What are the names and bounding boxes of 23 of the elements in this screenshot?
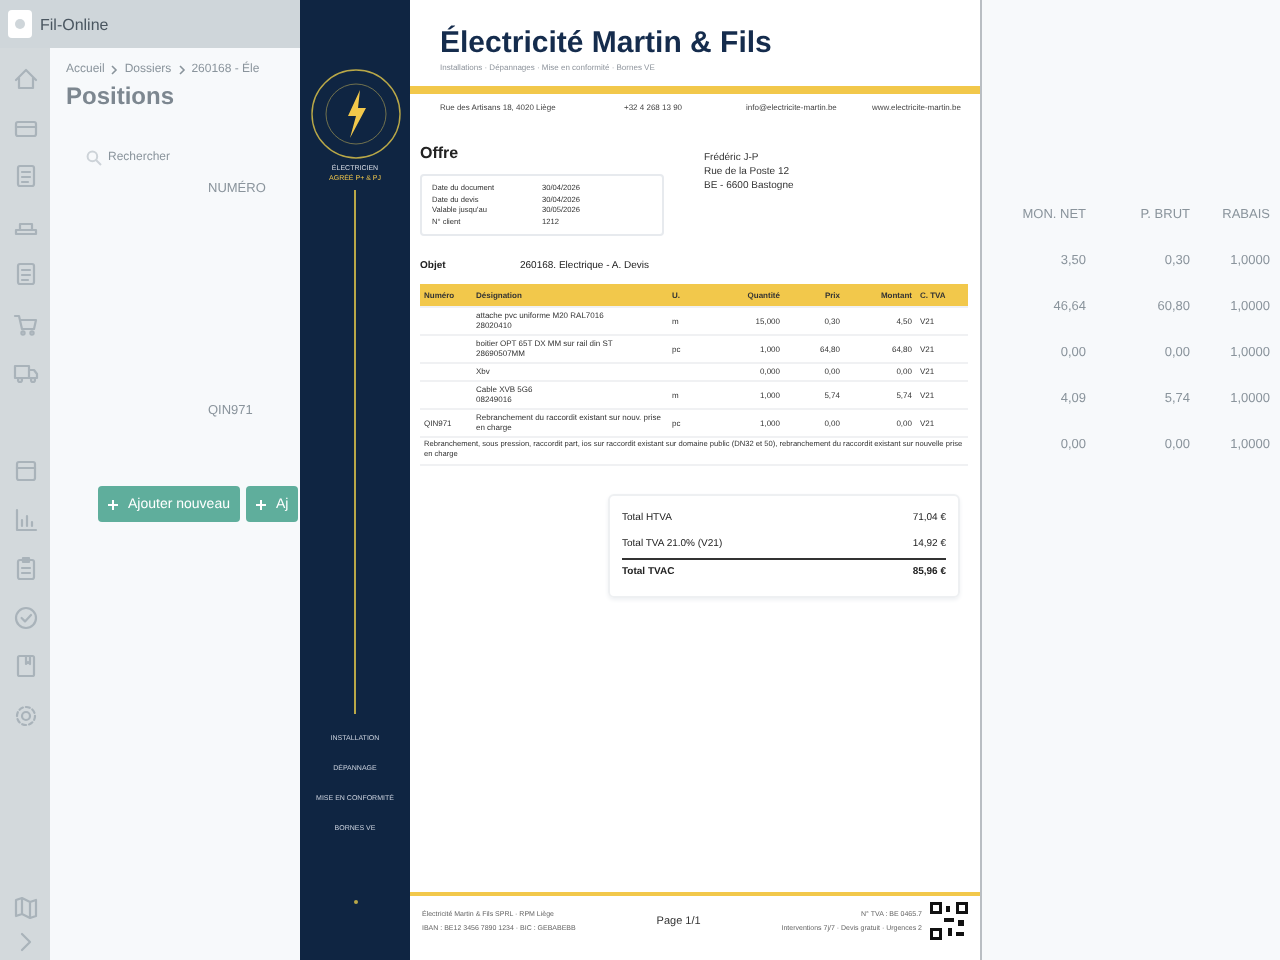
clipboard-icon[interactable] <box>11 554 39 582</box>
document-icon[interactable] <box>11 260 39 288</box>
home-icon[interactable] <box>11 64 39 92</box>
chevron-icon <box>110 64 119 76</box>
app-name: Fil-Online <box>40 15 109 33</box>
map-icon[interactable] <box>11 894 39 922</box>
search-icon <box>86 150 102 166</box>
plus-icon <box>108 499 118 509</box>
page-title: Positions <box>66 82 177 110</box>
chart-icon[interactable] <box>11 505 39 533</box>
calendar-icon[interactable] <box>11 456 39 484</box>
chevron-icon <box>177 64 186 76</box>
check-circle-icon[interactable] <box>11 603 39 631</box>
plus-icon <box>255 499 266 509</box>
settings-icon[interactable] <box>11 701 39 729</box>
company-name: Électricité Martin & Fils <box>440 26 774 60</box>
document-icon[interactable] <box>11 162 39 190</box>
book-icon[interactable] <box>11 652 39 680</box>
logo-icon <box>8 10 32 38</box>
cart-icon[interactable] <box>11 309 39 337</box>
qr-code-icon <box>930 902 968 940</box>
lightning-logo-icon <box>309 68 401 160</box>
document-title: Offre <box>420 144 461 164</box>
